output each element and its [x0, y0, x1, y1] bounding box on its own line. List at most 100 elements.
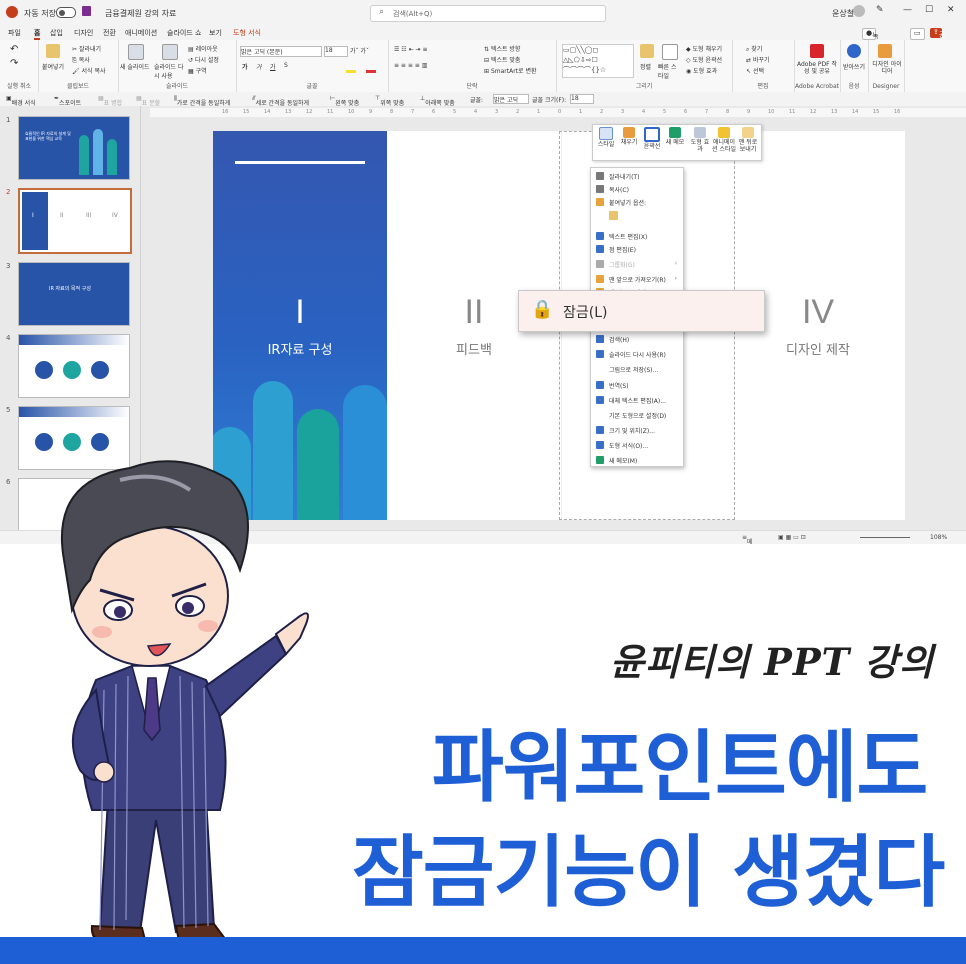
underline-icon[interactable]: 가: [270, 62, 276, 71]
reuse-slide-button[interactable]: 슬라이드 다시 사용: [154, 62, 184, 80]
format-painter-button[interactable]: 🖌 서식 복사: [72, 66, 106, 75]
pen-icon[interactable]: ✎: [876, 5, 884, 15]
cut-button[interactable]: ✂ 잘라내기: [72, 44, 101, 53]
paste-button[interactable]: 붙여넣기: [42, 62, 64, 71]
highlight-icon[interactable]: [346, 70, 356, 73]
search-box[interactable]: ⌕ 검색(Alt+Q): [370, 5, 606, 22]
context-menu-item[interactable]: 검색(H): [595, 334, 679, 345]
microphone-icon[interactable]: [847, 44, 861, 58]
italic-icon[interactable]: 가: [256, 62, 262, 71]
record-button[interactable]: ● 녹화하다: [862, 28, 879, 70]
quick-styles-button[interactable]: 빠른 스타일: [658, 62, 680, 80]
font-size-input[interactable]: 18: [570, 94, 594, 104]
slide-thumb-2[interactable]: I II III IV: [18, 188, 132, 254]
normal-view-icon[interactable]: ▣ ▦ ▭ ⊡: [778, 534, 806, 541]
mini-animation-button[interactable]: 애니메이션 스타일: [712, 127, 736, 153]
copy-button[interactable]: ⎘ 복사: [72, 55, 90, 65]
grow-font-icon[interactable]: 가ˆ 가ˇ: [350, 46, 369, 55]
undo-icon[interactable]: ↶: [10, 44, 18, 55]
font-select[interactable]: 맑은 고딕: [493, 94, 529, 104]
paste-icon[interactable]: [46, 44, 60, 58]
zoom-slider[interactable]: [860, 537, 910, 538]
context-menu-item[interactable]: 그룹화(G) ›: [595, 259, 679, 270]
context-menu-item[interactable]: 그림으로 저장(S)...: [595, 364, 679, 375]
strikethrough-icon[interactable]: S: [284, 62, 288, 69]
align-top-button[interactable]: ⊤ 위쪽 맞춤: [375, 95, 404, 107]
new-slide-button[interactable]: 새 슬라이드: [120, 62, 150, 71]
context-menu-item[interactable]: 점 편집(E): [595, 244, 679, 255]
minimize-button[interactable]: —: [903, 5, 912, 15]
arrange-icon[interactable]: [640, 44, 654, 58]
replace-button[interactable]: ⇄ 바꾸기: [746, 55, 770, 64]
distribute-horizontal-button[interactable]: ⫼ 가로 간격을 동일하게: [174, 95, 230, 107]
select-button[interactable]: ↖ 선택: [746, 66, 764, 75]
distribute-vertical-button[interactable]: ⫻ 세로 간격을 동일하게: [252, 95, 309, 107]
designer-icon[interactable]: [878, 44, 892, 58]
context-menu-item[interactable]: 번역(S): [595, 380, 679, 391]
context-menu-item[interactable]: 붙여넣기 옵션:: [595, 197, 679, 208]
merge-table-button[interactable]: ▦ 표 병합: [98, 95, 122, 107]
tab-file[interactable]: 파일: [8, 28, 21, 38]
context-menu-item[interactable]: 맨 앞으로 가져오기(R) ›: [595, 274, 679, 285]
mini-effects-button[interactable]: 도형 효과: [689, 127, 711, 153]
context-menu-item[interactable]: 복사(C): [595, 184, 679, 195]
comments-button[interactable]: ▭: [910, 28, 925, 40]
align-text-button[interactable]: ⊟ 텍스트 맞춤: [484, 55, 520, 64]
eyedropper-button[interactable]: ✒ 스포이트: [54, 95, 81, 107]
mini-comment-button[interactable]: 새 메모: [664, 127, 686, 146]
shape-fill-button[interactable]: ◆ 도형 채우기: [686, 44, 722, 53]
font-name-select[interactable]: 맑은 고딕 (본문): [240, 46, 322, 57]
notes-button[interactable]: ≡ 메모: [742, 534, 753, 555]
adobe-pdf-icon[interactable]: [810, 44, 824, 58]
quick-styles-icon[interactable]: [662, 44, 678, 60]
adobe-pdf-button[interactable]: Adobe PDF 작성 및 공유: [796, 61, 838, 75]
smartart-button[interactable]: ⊞ SmartArt로 변환: [484, 66, 536, 75]
slide-thumb-4[interactable]: [18, 334, 130, 398]
dictate-button[interactable]: 받아쓰기: [842, 62, 866, 71]
mini-style-button[interactable]: 스타일: [595, 127, 617, 148]
layout-button[interactable]: ▤ 레이아웃: [188, 44, 218, 53]
font-color-icon[interactable]: [366, 70, 376, 73]
font-size-select[interactable]: 18: [324, 46, 348, 57]
background-format-button[interactable]: ▣ 배경 서식: [6, 95, 36, 107]
tab-insert[interactable]: 삽입: [50, 28, 63, 38]
text-direction-button[interactable]: ⇅ 텍스트 방향: [484, 44, 520, 53]
context-menu-item[interactable]: 텍스트 편집(X): [595, 231, 679, 242]
close-button[interactable]: ✕: [947, 5, 955, 15]
tab-home[interactable]: 홈: [34, 28, 41, 40]
context-menu-item[interactable]: 대체 텍스트 편집(A)...: [595, 395, 679, 406]
shapes-gallery[interactable]: ▭▢╲╲◯◻ △◺⬠⇩⇨☐ ⌒⌒⌒⌒{}☆: [562, 44, 634, 78]
context-menu-item[interactable]: [595, 210, 679, 221]
mini-fill-button[interactable]: 채우기: [618, 127, 640, 146]
lock-menu-item[interactable]: 🔒 잠금(L): [518, 290, 765, 332]
tab-slideshow[interactable]: 슬라이드 쇼: [167, 28, 201, 38]
tab-design[interactable]: 디자인: [74, 28, 93, 38]
slide-thumb-1[interactable]: 효율적인 IR 자료의 설계 및 표현을 위한 핵심 교육: [18, 116, 130, 180]
align-bottom-button[interactable]: ⊥ 아래쪽 맞춤: [420, 95, 455, 107]
mini-send-back-button[interactable]: 맨 뒤로 보내기: [737, 127, 759, 153]
context-menu-item[interactable]: 기본 도형으로 설정(D): [595, 410, 679, 421]
context-menu-item[interactable]: 슬라이드 다시 사용(R): [595, 349, 679, 360]
context-menu-item[interactable]: 잘라내기(T): [595, 171, 679, 182]
reset-button[interactable]: ↺ 다시 설정: [188, 55, 219, 64]
tab-transitions[interactable]: 전환: [103, 28, 116, 38]
save-icon[interactable]: [82, 6, 91, 16]
align-left-button[interactable]: ⊢ 왼쪽 맞춤: [330, 95, 359, 107]
bold-icon[interactable]: 가: [242, 62, 248, 71]
context-menu-item[interactable]: 크기 및 위치(Z)...: [595, 425, 679, 436]
avatar[interactable]: [853, 5, 865, 17]
find-button[interactable]: ⌕ 찾기: [746, 44, 762, 54]
split-table-button[interactable]: ▦ 표 분할: [136, 95, 160, 107]
shape-outline-button[interactable]: ◇ 도형 윤곽선: [686, 55, 722, 64]
arrange-button[interactable]: 정렬: [640, 62, 651, 71]
align-icon[interactable]: ≡ ≡ ≡ ≡ ▥: [394, 62, 427, 69]
new-slide-icon[interactable]: [128, 44, 144, 60]
autosave-toggle[interactable]: [56, 7, 76, 18]
context-menu-item[interactable]: 도형 서식(O)...: [595, 440, 679, 451]
tab-shape-format[interactable]: 도형 서식: [233, 28, 261, 38]
share-button[interactable]: ⇪ 공유: [930, 28, 945, 49]
bullets-icon[interactable]: ☰ ☷ ⇤ ⇥ ≡: [394, 46, 427, 53]
redo-icon[interactable]: ↷: [10, 58, 18, 69]
context-menu-item[interactable]: 새 메모(M): [595, 455, 679, 466]
section-button[interactable]: ▦ 구역: [188, 66, 207, 75]
